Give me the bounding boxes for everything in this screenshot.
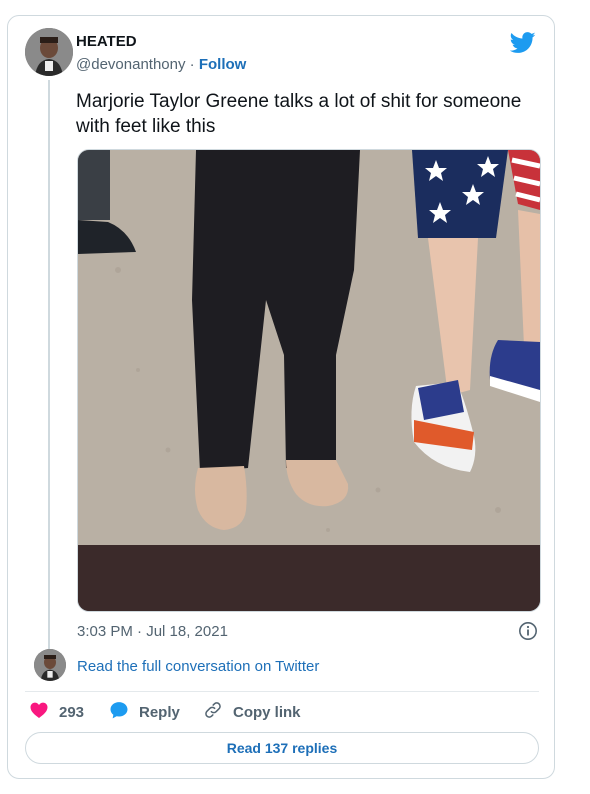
conversation-avatar[interactable] — [34, 649, 66, 681]
author-avatar[interactable] — [25, 28, 73, 76]
like-count: 293 — [59, 703, 85, 721]
author-name[interactable]: HEATED — [76, 33, 137, 50]
action-bar: 293 Reply Copy link — [25, 699, 545, 725]
tweet-timestamp[interactable]: 3:03 PM · Jul 18, 2021 — [77, 623, 228, 640]
info-icon[interactable] — [518, 621, 538, 641]
follow-link[interactable]: Follow — [199, 56, 247, 73]
read-replies-button[interactable]: Read 137 replies — [25, 732, 539, 764]
thread-line — [48, 80, 50, 654]
reply-button[interactable]: Reply — [109, 699, 180, 725]
author-handle[interactable]: @devonanthony — [76, 56, 185, 73]
link-icon — [203, 700, 233, 724]
tweet-text: Marjorie Taylor Greene talks a lot of sh… — [76, 91, 522, 137]
handle-separator: · — [189, 56, 195, 73]
reply-label: Reply — [139, 703, 180, 721]
read-full-conversation-link[interactable]: Read the full conversation on Twitter — [77, 658, 319, 675]
copy-link-button[interactable]: Copy link — [203, 699, 301, 725]
like-button[interactable]: 293 — [29, 699, 84, 725]
speech-bubble-icon — [109, 700, 139, 724]
divider — [25, 691, 539, 692]
tweet-photo[interactable] — [77, 149, 541, 612]
embedded-tweet-card: HEATED @devonanthony · Follow Marjorie T… — [7, 15, 555, 779]
copy-link-label: Copy link — [233, 703, 301, 721]
twitter-bird-icon[interactable] — [509, 32, 536, 54]
author-handle-row: @devonanthony · Follow — [76, 56, 246, 73]
heart-icon — [29, 700, 59, 724]
